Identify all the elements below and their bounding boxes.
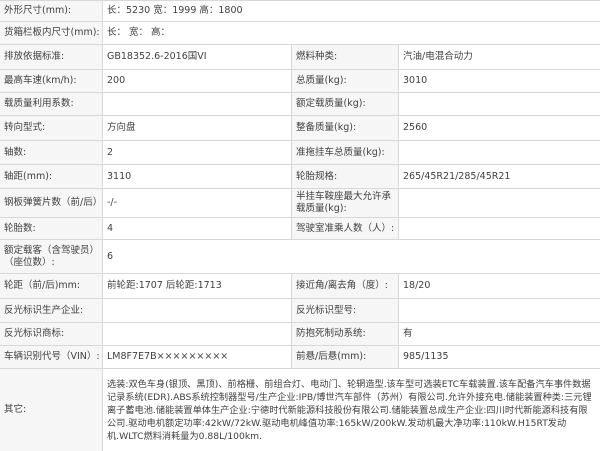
value-seat-count: 6 bbox=[103, 240, 600, 273]
label-gross-mass: 总质量(kg): bbox=[292, 70, 399, 92]
label-trailer-mass: 准拖挂车总质量(kg): bbox=[292, 141, 399, 164]
value-overhang: 985/1135 bbox=[399, 346, 600, 368]
label-other: 其它: bbox=[0, 369, 103, 451]
spec-row-reflector-brand: 反光标识商标: 防抱死制动系统: 有 bbox=[0, 323, 600, 346]
value-saddle-load bbox=[399, 189, 600, 217]
value-curb-mass: 2560 bbox=[399, 116, 600, 140]
label-vin: 车辆识别代号（VIN）: bbox=[0, 346, 103, 368]
spec-row-speed: 最高车速(km/h): 200 总质量(kg): 3010 bbox=[0, 70, 600, 93]
label-tire-spec: 轮胎规格: bbox=[292, 165, 399, 188]
label-steering-type: 转向型式: bbox=[0, 116, 103, 140]
vehicle-spec-table: 外形尺寸(mm): 长：5230 宽：1999 高：1800 货箱栏板内尺寸(m… bbox=[0, 0, 600, 451]
spec-row-cargo-box: 货箱栏板内尺寸(mm): 长： 宽： 高： bbox=[0, 22, 600, 45]
label-saddle-load: 半挂车鞍座最大允许承载质量(kg): bbox=[292, 189, 399, 217]
spec-row-track: 轮距（前/后)mm: 前轮距:1707 后轮距:1713 接近角/离去角（度）:… bbox=[0, 274, 600, 299]
label-leaf-springs: 钢板弹簧片数（前/后）: bbox=[0, 189, 103, 217]
label-fuel-type: 燃料种类: bbox=[292, 45, 399, 69]
label-emission-standard: 排放依据标准: bbox=[0, 45, 103, 69]
label-seat-count: 额定载客（含驾驶员）（座位数）: bbox=[0, 240, 103, 273]
label-cargo-box: 货箱栏板内尺寸(mm): bbox=[0, 22, 103, 44]
label-wheelbase: 轴距(mm): bbox=[0, 165, 103, 188]
value-vin: LM8F7E7B××××××××× bbox=[103, 346, 292, 368]
label-abs: 防抱死制动系统: bbox=[292, 323, 399, 345]
value-approach-departure: 18/20 bbox=[399, 274, 600, 298]
label-axle-count: 轴数: bbox=[0, 141, 103, 164]
label-cab-capacity: 驾驶室准乘人数（人）: bbox=[292, 218, 399, 239]
spec-row-tires: 轮胎数: 4 驾驶室准乘人数（人）: bbox=[0, 218, 600, 240]
value-track-width: 前轮距:1707 后轮距:1713 bbox=[103, 274, 292, 298]
value-gross-mass: 3010 bbox=[399, 70, 600, 92]
spec-row-steering: 转向型式: 方向盘 整备质量(kg): 2560 bbox=[0, 116, 600, 141]
value-reflector-brand bbox=[103, 323, 292, 345]
label-reflector-maker: 反光标识生产企业: bbox=[0, 299, 103, 322]
label-reflector-brand: 反光标识商标: bbox=[0, 323, 103, 345]
value-axle-count: 2 bbox=[103, 141, 292, 164]
value-wheelbase: 3110 bbox=[103, 165, 292, 188]
label-load-factor: 载质量利用系数: bbox=[0, 93, 103, 115]
label-overhang: 前悬/后悬(mm): bbox=[292, 346, 399, 368]
label-tire-count: 轮胎数: bbox=[0, 218, 103, 239]
value-abs: 有 bbox=[399, 323, 600, 345]
value-trailer-mass bbox=[399, 141, 600, 164]
label-track-width: 轮距（前/后)mm: bbox=[0, 274, 103, 298]
value-cargo-box: 长： 宽： 高： bbox=[103, 22, 600, 44]
spec-row-emission: 排放依据标准: GB18352.6-2016国VI 燃料种类: 汽油/电混合动力 bbox=[0, 45, 600, 70]
label-reflector-model: 反光标识型号: bbox=[292, 299, 399, 322]
value-leaf-springs: -/- bbox=[103, 189, 292, 217]
label-curb-mass: 整备质量(kg): bbox=[292, 116, 399, 140]
spec-row-other: 其它: 选装:双色车身(银顶、黑顶)、前格栅、前组合灯、电动门、轮辋造型.该车型… bbox=[0, 369, 600, 451]
value-other: 选装:双色车身(银顶、黑顶)、前格栅、前组合灯、电动门、轮辋造型.该车型可选装E… bbox=[103, 369, 600, 451]
value-rated-load bbox=[399, 93, 600, 115]
spec-row-reflector-maker: 反光标识生产企业: 反光标识型号: bbox=[0, 299, 600, 323]
label-dimensions: 外形尺寸(mm): bbox=[0, 1, 103, 21]
value-load-factor bbox=[103, 93, 292, 115]
value-fuel-type: 汽油/电混合动力 bbox=[399, 45, 600, 69]
spec-row-vin: 车辆识别代号（VIN）: LM8F7E7B××××××××× 前悬/后悬(mm)… bbox=[0, 346, 600, 369]
label-approach-departure: 接近角/离去角（度）: bbox=[292, 274, 399, 298]
value-tire-spec: 265/45R21/285/45R21 bbox=[399, 165, 600, 188]
value-dimensions: 长：5230 宽：1999 高：1800 bbox=[103, 1, 600, 21]
spec-row-axles: 轴数: 2 准拖挂车总质量(kg): bbox=[0, 141, 600, 165]
spec-row-load-factor: 载质量利用系数: 额定载质量(kg): bbox=[0, 93, 600, 116]
value-reflector-maker bbox=[103, 299, 292, 322]
spec-row-seats: 额定载客（含驾驶员）（座位数）: 6 bbox=[0, 240, 600, 274]
value-max-speed: 200 bbox=[103, 70, 292, 92]
value-tire-count: 4 bbox=[103, 218, 292, 239]
value-steering-type: 方向盘 bbox=[103, 116, 292, 140]
label-rated-load: 额定载质量(kg): bbox=[292, 93, 399, 115]
spec-row-wheelbase: 轴距(mm): 3110 轮胎规格: 265/45R21/285/45R21 bbox=[0, 165, 600, 189]
value-cab-capacity bbox=[399, 218, 600, 239]
spec-row-leaf-springs: 钢板弹簧片数（前/后）: -/- 半挂车鞍座最大允许承载质量(kg): bbox=[0, 189, 600, 218]
spec-row-dimensions: 外形尺寸(mm): 长：5230 宽：1999 高：1800 bbox=[0, 0, 600, 22]
value-reflector-model bbox=[399, 299, 600, 322]
label-max-speed: 最高车速(km/h): bbox=[0, 70, 103, 92]
value-emission-standard: GB18352.6-2016国VI bbox=[103, 45, 292, 69]
